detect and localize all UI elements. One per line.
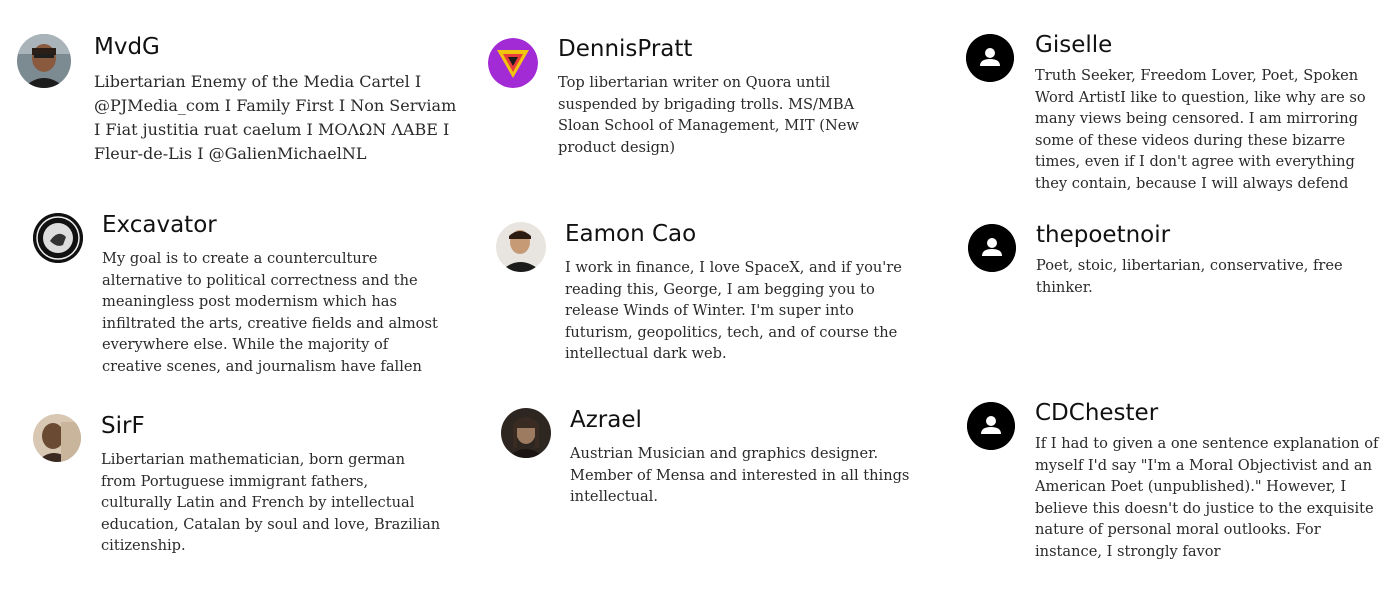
user-photo-avatar[interactable] <box>496 222 546 272</box>
profile-bio: Top libertarian writer on Quora until su… <box>558 74 859 156</box>
profile-name[interactable]: thepoetnoir <box>1036 220 1356 250</box>
profile-name[interactable]: CDChester <box>1035 398 1380 428</box>
user-icon <box>966 34 1014 82</box>
profile-bio: Poet, stoic, libertarian, conservative, … <box>1036 257 1343 296</box>
profile-bio: Libertarian mathematician, born german f… <box>101 451 441 555</box>
default-user-avatar[interactable] <box>968 224 1016 272</box>
user-photo-avatar[interactable] <box>501 408 551 458</box>
profile-bio: If I had to given a one sentence explana… <box>1035 435 1379 560</box>
user-icon <box>968 224 1016 272</box>
default-user-avatar[interactable] <box>967 402 1015 450</box>
default-user-avatar[interactable] <box>966 34 1014 82</box>
profile-name[interactable]: Eamon Cao <box>565 219 905 249</box>
profile-bio: My goal is to create a counterculture al… <box>102 250 438 375</box>
profile-bio: Truth Seeker, Freedom Lover, Poet, Spoke… <box>1035 67 1366 192</box>
profile-name[interactable]: DennisPratt <box>558 34 888 64</box>
user-photo-avatar[interactable] <box>33 414 81 462</box>
profile-name[interactable]: Giselle <box>1035 30 1370 60</box>
profile-bio: Libertarian Enemy of the Media Cartel I … <box>94 72 457 163</box>
profile-name[interactable]: Azrael <box>570 405 910 435</box>
user-photo-avatar[interactable] <box>17 34 71 88</box>
profile-name[interactable]: MvdG <box>94 32 464 62</box>
triangle-logo-avatar[interactable] <box>488 38 538 88</box>
profile-name[interactable]: SirF <box>101 411 441 441</box>
profile-bio: I work in finance, I love SpaceX, and if… <box>565 259 902 363</box>
profile-bio: Austrian Musician and graphics designer.… <box>570 445 910 506</box>
user-icon <box>967 402 1015 450</box>
seal-logo-avatar[interactable] <box>33 213 83 263</box>
profile-name[interactable]: Excavator <box>102 210 447 240</box>
